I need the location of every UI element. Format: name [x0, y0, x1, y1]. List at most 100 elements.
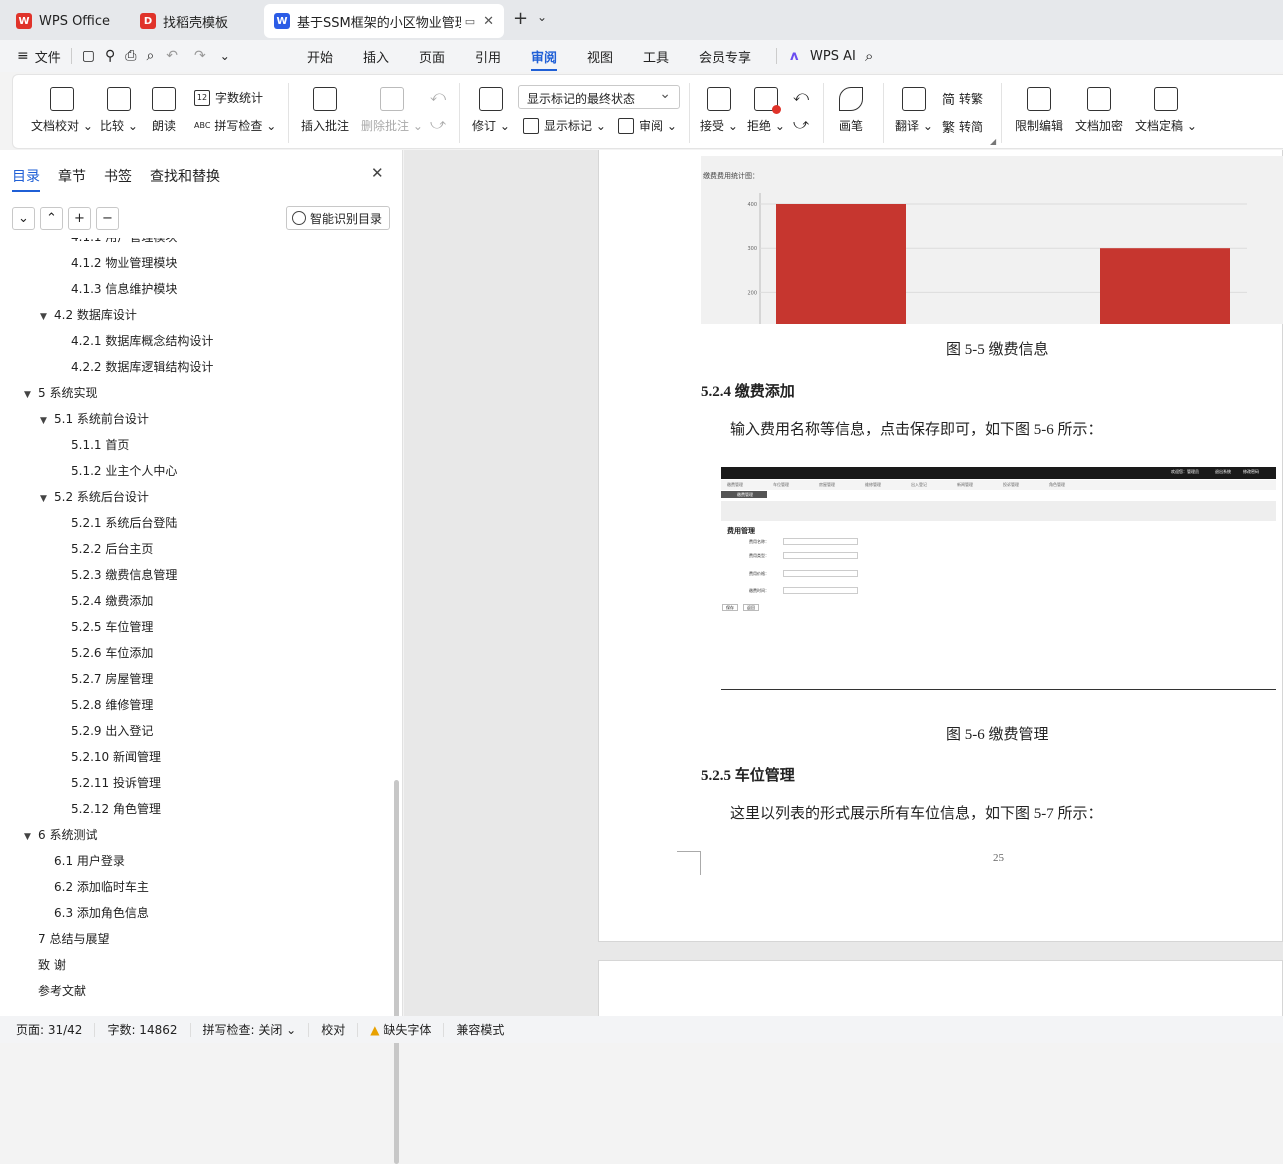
collapse-up-button[interactable]: ⌃: [40, 207, 63, 230]
markup-state-select[interactable]: 显示标记的最终状态: [518, 85, 680, 109]
toc-item[interactable]: 4.1.1 用户管理模块: [71, 238, 177, 250]
toc-item[interactable]: 致 谢: [38, 952, 66, 978]
wps-ai-icon[interactable]: ʌ: [790, 49, 798, 64]
reject-button[interactable]: 拒绝 ⌄: [747, 87, 785, 134]
prev-change-icon[interactable]: ⤺: [793, 87, 809, 105]
proofread-indicator[interactable]: 校对: [309, 1022, 359, 1037]
expand-arrow-icon[interactable]: ▼: [40, 486, 54, 512]
show-markup-button[interactable]: 显示标记 ⌄: [523, 117, 606, 134]
tab-chapters[interactable]: 章节: [58, 166, 86, 186]
tab-wps-office[interactable]: W WPS Office: [6, 6, 124, 36]
toc-item[interactable]: 5.2.7 房屋管理: [71, 666, 153, 692]
toc-item[interactable]: 4.2.1 数据库概念结构设计: [71, 328, 213, 354]
expand-button[interactable]: +: [68, 207, 91, 230]
tab-document[interactable]: W 基于SSM框架的小区物业管理 ▭ ✕: [264, 4, 504, 38]
finalize-button[interactable]: 文档定稿 ⌄: [1135, 87, 1197, 134]
toc-item[interactable]: 6.1 用户登录: [54, 848, 125, 874]
toc-item[interactable]: 4.2.2 数据库逻辑结构设计: [71, 354, 213, 380]
toc-item[interactable]: ▼ 5.2 系统后台设计: [40, 484, 149, 510]
delete-comment-button[interactable]: 删除批注 ⌄: [361, 87, 423, 134]
menu-insert[interactable]: 插入: [363, 47, 389, 66]
menu-view[interactable]: 视图: [587, 47, 613, 66]
more-chevron-icon[interactable]: ⌄: [220, 49, 230, 63]
monitor-icon[interactable]: ▭: [465, 15, 475, 28]
toc-item[interactable]: 5.2.8 维修管理: [71, 692, 153, 718]
prev-comment-icon[interactable]: ⤺: [430, 87, 446, 105]
spell-check-indicator[interactable]: 拼写检查: 关闭 ⌄: [191, 1022, 310, 1037]
undo-icon[interactable]: ↶: [166, 48, 178, 64]
translate-button[interactable]: 翻译 ⌄: [895, 87, 933, 134]
track-changes-button[interactable]: 修订 ⌄: [472, 87, 510, 134]
to-traditional-button[interactable]: 简 转繁: [942, 89, 983, 108]
word-count-button[interactable]: 12 字数统计: [194, 89, 263, 106]
compare-button[interactable]: 比较 ⌄: [100, 87, 138, 134]
expand-arrow-icon[interactable]: ▼: [24, 382, 38, 408]
menu-review[interactable]: 审阅: [531, 47, 558, 71]
accept-button[interactable]: 接受 ⌄: [700, 87, 738, 134]
close-pane-icon[interactable]: ✕: [371, 164, 384, 182]
toc-item[interactable]: 5.2.6 车位添加: [71, 640, 153, 666]
read-aloud-button[interactable]: 朗读: [152, 87, 176, 134]
close-tab-icon[interactable]: ✕: [483, 14, 494, 29]
toc-item[interactable]: 5.2.5 车位管理: [71, 614, 153, 640]
toc-item[interactable]: 5.2.11 投诉管理: [71, 770, 161, 796]
toc-item[interactable]: ▼ 6 系统测试: [24, 822, 97, 848]
toc-item[interactable]: 5.2.2 后台主页: [71, 536, 153, 562]
tab-toc[interactable]: 目录: [12, 166, 40, 192]
collapse-all-button[interactable]: ⌄: [12, 207, 35, 230]
expand-arrow-icon[interactable]: ▼: [40, 408, 54, 434]
missing-font-indicator[interactable]: ▲ 缺失字体: [358, 1022, 445, 1037]
share-icon[interactable]: ⚲: [105, 48, 115, 64]
toc-item[interactable]: ▼ 5 系统实现: [24, 380, 97, 406]
print-preview-icon[interactable]: ⌕: [146, 48, 154, 64]
toc-scrollbar[interactable]: [394, 780, 399, 1164]
menu-reference[interactable]: 引用: [475, 47, 501, 66]
toc-item[interactable]: 4.1.3 信息维护模块: [71, 276, 177, 302]
word-count-indicator[interactable]: 字数: 14862: [95, 1022, 191, 1037]
toc-item[interactable]: 5.2.10 新闻管理: [71, 744, 161, 770]
toc-item[interactable]: 5.2.3 缴费信息管理: [71, 562, 177, 588]
toc-item[interactable]: ▼ 5.1 系统前台设计: [40, 406, 149, 432]
save-icon[interactable]: ▢: [82, 48, 95, 64]
hamburger-icon[interactable]: ≡: [17, 48, 29, 64]
new-tab-icon[interactable]: +: [513, 8, 528, 29]
expand-arrow-icon[interactable]: ▼: [40, 304, 54, 330]
toc-item[interactable]: ▼ 4.2 数据库设计: [40, 302, 137, 328]
tab-docer[interactable]: D 找稻壳模板: [130, 6, 258, 36]
pen-button[interactable]: 画笔: [839, 87, 863, 134]
next-change-icon[interactable]: ⤻: [793, 115, 809, 133]
menu-start[interactable]: 开始: [307, 47, 333, 66]
toc-item[interactable]: 5.2.9 出入登记: [71, 718, 153, 744]
toc-item[interactable]: 6.2 添加临时车主: [54, 874, 149, 900]
menu-file[interactable]: 文件: [35, 47, 61, 66]
toc-item[interactable]: 5.1.2 业主个人中心: [71, 458, 177, 484]
menu-tools[interactable]: 工具: [643, 47, 669, 66]
smart-toc-button[interactable]: 智能识别目录: [286, 206, 390, 230]
menu-wps-ai[interactable]: WPS AI: [810, 49, 856, 64]
print-icon[interactable]: ⎙: [125, 48, 136, 64]
search-icon[interactable]: ⌕: [865, 47, 873, 65]
toc-item[interactable]: 6.3 添加角色信息: [54, 900, 149, 926]
toc-item[interactable]: 参考文献: [38, 978, 86, 1004]
toc-item[interactable]: 5.1.1 首页: [71, 432, 129, 458]
to-simplified-button[interactable]: 繁 转简: [942, 117, 983, 136]
review-pane-button[interactable]: 审阅 ⌄: [618, 117, 677, 134]
toc-item[interactable]: 7 总结与展望: [38, 926, 109, 952]
encrypt-button[interactable]: 文档加密: [1075, 87, 1123, 134]
next-comment-icon[interactable]: ⤻: [430, 115, 446, 133]
dialog-launcher-icon[interactable]: ◢: [990, 137, 996, 146]
shrink-button[interactable]: −: [96, 207, 119, 230]
tab-find-replace[interactable]: 查找和替换: [150, 166, 220, 186]
expand-arrow-icon[interactable]: ▼: [24, 824, 38, 850]
menu-page[interactable]: 页面: [419, 47, 445, 66]
redo-icon[interactable]: ↷: [194, 48, 206, 64]
proofread-button[interactable]: 文档校对 ⌄: [31, 87, 93, 134]
page-indicator[interactable]: 页面: 31/42: [0, 1022, 96, 1037]
tab-bookmarks[interactable]: 书签: [104, 166, 132, 186]
toc-item[interactable]: 5.2.12 角色管理: [71, 796, 161, 822]
insert-comment-button[interactable]: 插入批注: [301, 87, 349, 134]
toc-item[interactable]: 5.2.1 系统后台登陆: [71, 510, 177, 536]
menu-vip[interactable]: 会员专享: [699, 47, 751, 66]
chevron-down-icon[interactable]: ⌄: [537, 10, 547, 24]
spell-check-button[interactable]: ABC 拼写检查 ⌄: [194, 117, 276, 134]
